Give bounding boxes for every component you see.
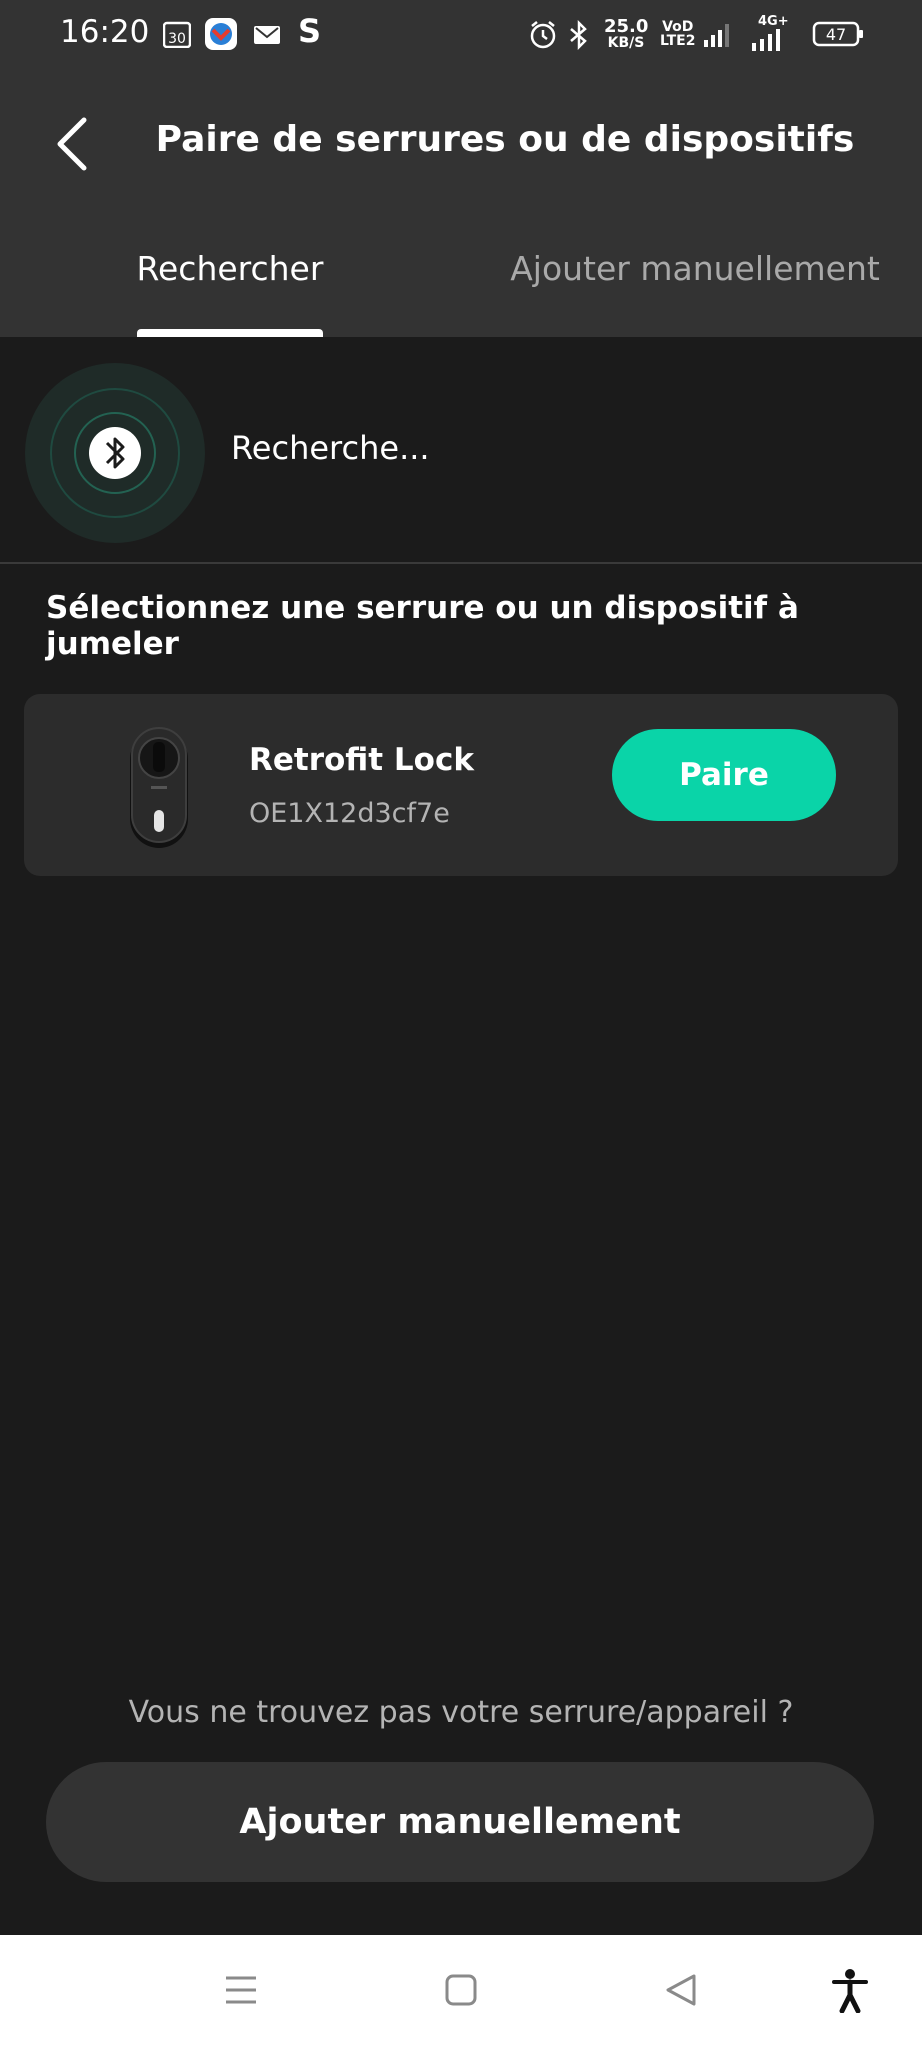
s-app-icon: S <box>298 12 322 50</box>
signal-icon <box>703 22 731 52</box>
device-name: Retrofit Lock <box>249 742 474 778</box>
message-icon <box>252 20 282 52</box>
speed-unit: KB/S <box>607 35 645 51</box>
menu-icon[interactable] <box>224 1973 258 2011</box>
network-speed: 25.0 KB/S <box>604 16 649 51</box>
tab-search[interactable]: Rechercher <box>90 242 370 296</box>
battery-level: 47 <box>826 25 846 44</box>
top-app-bar: 16:20 30 S 25.0 KB/S VoD LTE2 4G+ 47 Pai… <box>0 0 922 337</box>
accessibility-icon[interactable] <box>832 1969 868 2017</box>
volte-indicator: VoD LTE2 <box>660 20 695 48</box>
chevron-left-icon <box>57 117 87 171</box>
tab-add-manually[interactable]: Ajouter manuellement <box>500 242 890 296</box>
status-time: 16:20 <box>60 14 150 50</box>
signal-4g-icon: 4G+ <box>750 14 789 55</box>
volte-top: VoD <box>662 19 694 35</box>
device-card: Retrofit Lock OE1X12d3cf7e Paire <box>24 694 898 876</box>
back-button[interactable] <box>48 112 98 176</box>
provider-app-icon <box>205 18 237 54</box>
bluetooth-status-icon <box>568 19 590 54</box>
not-found-hint: Vous ne trouvez pas votre serrure/appare… <box>128 1695 794 1730</box>
divider <box>0 562 922 564</box>
status-bar: 16:20 30 S 25.0 KB/S VoD LTE2 4G+ 47 <box>0 0 922 72</box>
section-title: Sélectionnez une serrure ou un dispositi… <box>46 590 799 662</box>
calendar-day: 30 <box>168 31 186 47</box>
pair-button[interactable]: Paire <box>612 729 836 821</box>
volte-bottom: LTE2 <box>660 33 696 49</box>
speed-value: 25.0 <box>604 16 649 37</box>
system-nav-bar <box>0 1935 922 2048</box>
add-manually-button[interactable]: Ajouter manuellement <box>46 1762 874 1882</box>
active-tab-indicator <box>137 329 323 337</box>
bluetooth-icon <box>89 427 141 479</box>
calendar-icon: 30 <box>162 20 192 52</box>
page-title: Paire de serrures ou de dispositifs <box>155 119 855 160</box>
bluetooth-radar <box>25 363 205 543</box>
alarm-icon <box>528 20 558 54</box>
home-icon[interactable] <box>444 1973 478 2011</box>
network-type: 4G+ <box>758 14 789 29</box>
battery-icon: 47 <box>812 20 864 52</box>
search-status: Recherche... <box>231 429 430 467</box>
lock-image <box>104 722 214 852</box>
back-nav-icon[interactable] <box>664 1973 698 2011</box>
device-id: OE1X12d3cf7e <box>249 798 450 829</box>
